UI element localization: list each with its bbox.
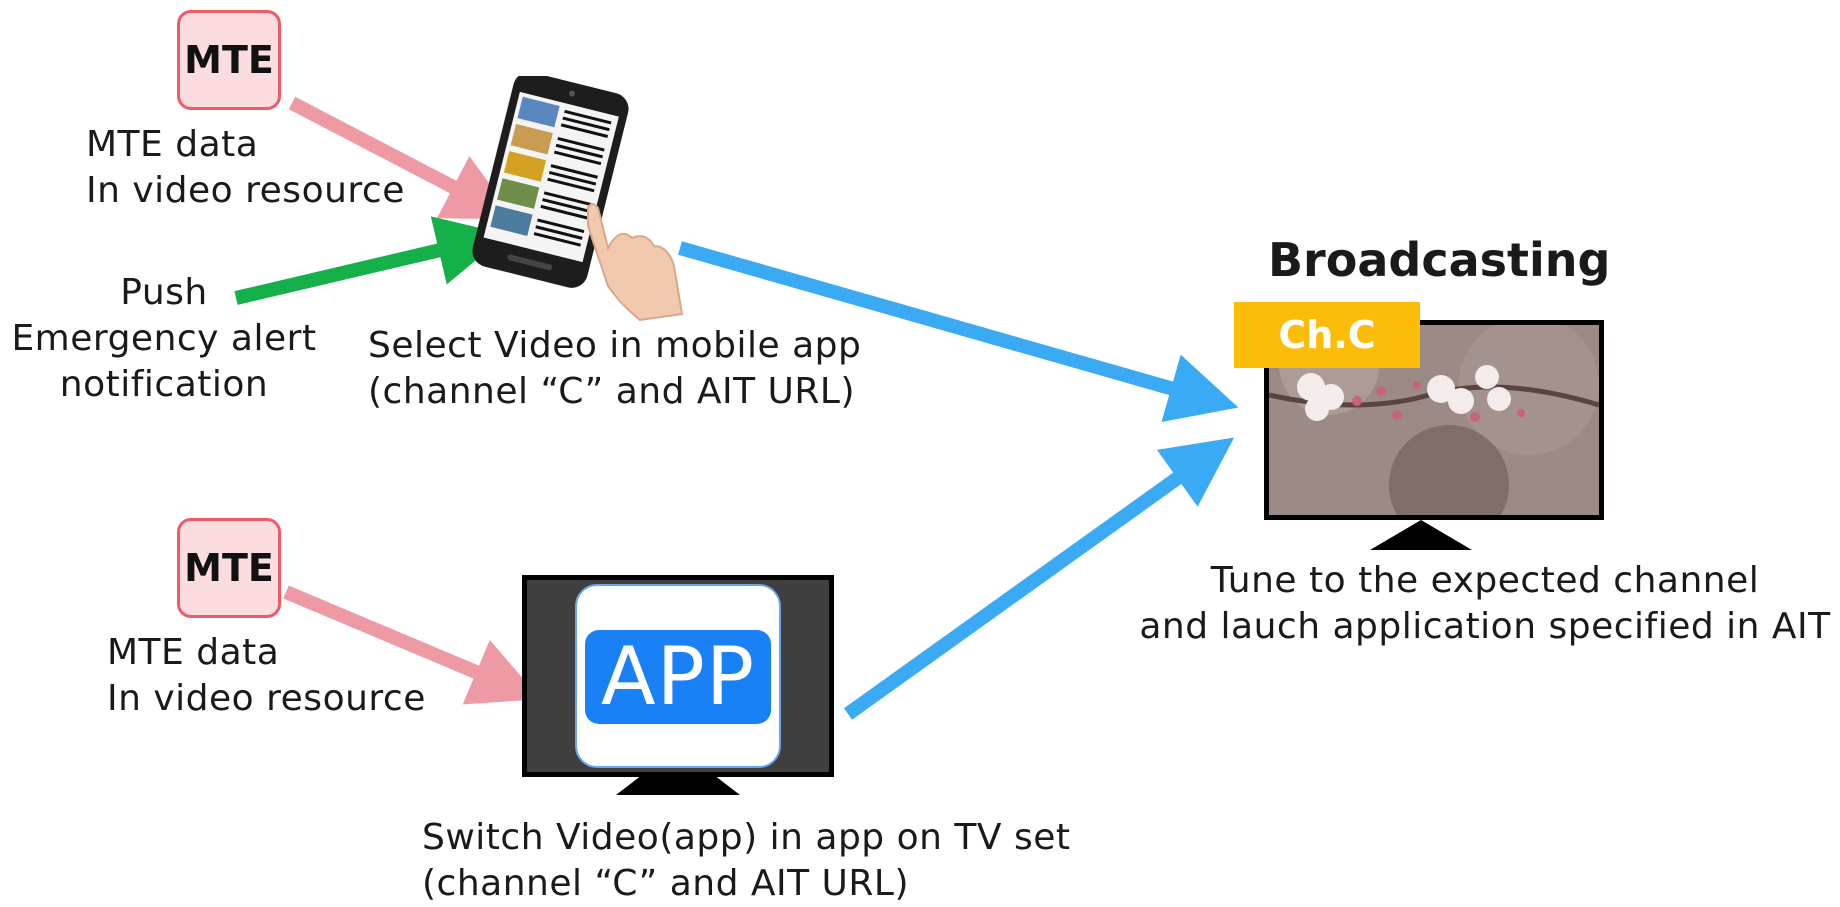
mte-badge-bottom-label: MTE <box>184 546 274 590</box>
broadcast-caption-line2: and lauch application specified in AIT <box>1139 606 1831 647</box>
mte-caption-bottom-line2: In video resource <box>107 678 426 719</box>
push-caption: Push Emergency alert notification <box>6 270 322 408</box>
tv-caption: Switch Video(app) in app on TV set (chan… <box>422 815 1070 907</box>
mte-caption-bottom-line1: MTE data <box>107 632 280 673</box>
mte-caption-top-line1: MTE data <box>86 124 259 165</box>
broadcast-caption-line1: Tune to the expected channel <box>1210 560 1760 601</box>
mte-caption-top: MTE data In video resource <box>86 122 405 214</box>
mte-badge-top-label: MTE <box>184 38 274 82</box>
broadcast-caption: Tune to the expected channel and lauch a… <box>1132 558 1838 650</box>
app-tv-stand <box>616 775 740 795</box>
smartphone-icon <box>472 76 684 322</box>
app-icon-tile: APP <box>575 584 781 768</box>
mobile-caption: Select Video in mobile app (channel “C” … <box>368 323 861 415</box>
mte-badge-bottom: MTE <box>177 518 281 618</box>
channel-badge-label: Ch.C <box>1278 313 1376 357</box>
tv-caption-line1: Switch Video(app) in app on TV set <box>422 817 1071 858</box>
mte-caption-bottom: MTE data In video resource <box>107 630 426 722</box>
mobile-caption-line2: (channel “C” and AIT URL) <box>368 371 856 412</box>
app-icon: APP <box>585 630 771 724</box>
app-icon-label: APP <box>600 630 756 723</box>
push-caption-line1: Push <box>120 272 208 313</box>
broadcast-tv-stand <box>1370 520 1472 550</box>
channel-badge: Ch.C <box>1234 302 1420 368</box>
push-caption-line3: notification <box>59 364 269 405</box>
app-tv-screen: APP <box>522 575 834 777</box>
push-caption-line2: Emergency alert <box>11 318 317 359</box>
broadcast-title: Broadcasting <box>1268 233 1611 287</box>
mobile-caption-line1: Select Video in mobile app <box>368 325 862 366</box>
tv-caption-line2: (channel “C” and AIT URL) <box>422 863 910 904</box>
mte-caption-top-line2: In video resource <box>86 170 405 211</box>
mte-badge-top: MTE <box>177 10 281 110</box>
